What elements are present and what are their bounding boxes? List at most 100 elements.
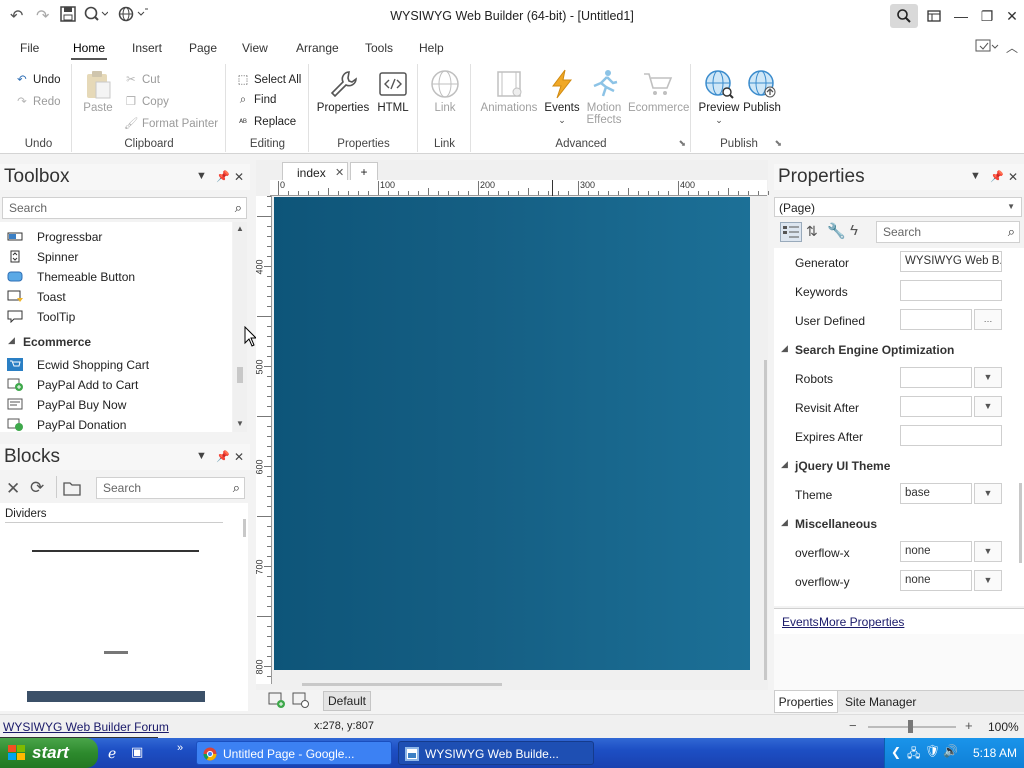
robots-dropdown-icon[interactable]: ▼: [974, 367, 1002, 388]
tab-home[interactable]: Home: [73, 41, 105, 55]
revisit-dropdown-icon[interactable]: ▼: [974, 396, 1002, 417]
overflow-y-dropdown-icon[interactable]: ▼: [974, 570, 1002, 591]
blocks-pin-icon[interactable]: 📌: [216, 450, 230, 463]
overflow-x-dropdown-icon[interactable]: ▼: [974, 541, 1002, 562]
search-icon[interactable]: [890, 4, 918, 28]
zoom-in-icon[interactable]: +: [965, 718, 973, 733]
tab-site-manager[interactable]: Site Manager: [845, 695, 916, 709]
tab-help[interactable]: Help: [419, 41, 444, 55]
tab-arrange[interactable]: Arrange: [296, 41, 339, 55]
scroll-up-icon[interactable]: ▲: [236, 224, 244, 233]
toolbox-item-spinner[interactable]: Spinner: [0, 247, 232, 267]
close-tab-icon[interactable]: ✕: [335, 166, 344, 179]
copy-button[interactable]: ❐ Copy: [123, 94, 169, 108]
divider-block-preview-bar[interactable]: [27, 691, 205, 702]
ribbon-options-icon[interactable]: [975, 38, 1005, 57]
sort-alphabetical-icon[interactable]: ⇅: [806, 223, 818, 240]
toolbox-item-progressbar[interactable]: Progressbar: [0, 227, 232, 247]
collapse-ribbon-icon[interactable]: ︿: [1006, 39, 1018, 56]
canvas-scroll-thumb[interactable]: [302, 683, 502, 686]
blocks-scroll-thumb[interactable]: [243, 519, 246, 537]
motion-effects-button[interactable]: Motion Effects: [582, 68, 626, 126]
tab-properties-panel[interactable]: Properties: [774, 691, 838, 713]
cut-button[interactable]: ✂ Cut: [123, 72, 160, 86]
taskbar-item-wysiwyg[interactable]: WYSIWYG Web Builde...: [398, 741, 594, 765]
toolbox-item-paypal-buy-now[interactable]: PayPal Buy Now: [0, 395, 232, 415]
toolbox-item-tooltip[interactable]: ToolTip: [0, 307, 232, 327]
toolbox-search-input[interactable]: Search ⌕: [2, 197, 247, 219]
tray-security-icon[interactable]: 🛡: [925, 744, 940, 758]
preview-button[interactable]: Preview ⌄: [696, 68, 742, 126]
blocks-close-icon[interactable]: ✕: [234, 450, 244, 464]
revisit-after-field[interactable]: [900, 396, 972, 417]
publish-button[interactable]: Publish: [740, 68, 784, 114]
canvas-vertical-scrollbar[interactable]: [764, 360, 767, 680]
close-button[interactable]: ✕: [998, 4, 1024, 28]
show-desktop-icon[interactable]: ▣: [131, 744, 143, 760]
ecommerce-button[interactable]: Ecommerce: [628, 68, 689, 114]
default-layer-button[interactable]: Default: [323, 691, 371, 711]
prop-section-miscellaneous[interactable]: ◢ Miscellaneous: [774, 509, 1014, 538]
tray-volume-icon[interactable]: 🔊: [943, 744, 958, 758]
robots-field[interactable]: [900, 367, 972, 388]
blocks-search-input[interactable]: Search ⌕: [96, 477, 245, 499]
replace-button[interactable]: ᴬᴮ Replace: [235, 116, 296, 128]
zoom-out-icon[interactable]: −: [849, 718, 857, 733]
keywords-field[interactable]: [900, 280, 1002, 301]
publish-dialog-launcher-icon[interactable]: ⬊: [774, 138, 782, 149]
add-tab-button[interactable]: +: [350, 162, 378, 182]
pin-icon[interactable]: 📌: [216, 170, 230, 183]
divider-block-preview-text[interactable]: [104, 651, 128, 654]
add-layer-icon[interactable]: [268, 692, 286, 708]
paste-button[interactable]: Paste: [79, 68, 117, 114]
categorized-view-button[interactable]: [780, 222, 802, 242]
maximize-button[interactable]: ❐: [973, 4, 1001, 28]
link-button[interactable]: Link: [425, 68, 465, 114]
properties-scroll-thumb[interactable]: [1019, 483, 1022, 563]
events-link[interactable]: Events: [782, 615, 819, 629]
minimize-button[interactable]: —: [947, 4, 975, 28]
divider-block-preview[interactable]: [32, 550, 199, 552]
clock[interactable]: 5:18 AM: [973, 746, 1017, 760]
props-close-icon[interactable]: ✕: [1008, 170, 1018, 184]
tray-arrow-icon[interactable]: ❮: [891, 745, 901, 759]
object-selector[interactable]: (Page) ▼: [774, 197, 1022, 217]
prop-section-jquery-ui-theme[interactable]: ◢ jQuery UI Theme: [774, 451, 1014, 480]
overflow-x-field[interactable]: none: [900, 541, 972, 562]
redo-button[interactable]: ↷ Redo: [14, 94, 60, 108]
properties-wrench-icon[interactable]: 🔧: [827, 222, 846, 240]
panel-close-icon[interactable]: ✕: [234, 170, 244, 184]
toolbox-item-ecwid-shopping-cart[interactable]: Ecwid Shopping Cart: [0, 355, 232, 375]
events-lightning-icon[interactable]: ϟ: [850, 222, 858, 239]
generator-field[interactable]: WYSIWYG Web B...: [900, 251, 1002, 272]
page-canvas[interactable]: [274, 197, 750, 670]
ie-quicklaunch-icon[interactable]: ℯ: [108, 745, 116, 762]
animations-button[interactable]: Animations: [478, 68, 540, 114]
theme-dropdown-icon[interactable]: ▼: [974, 483, 1002, 504]
undo-button[interactable]: ↶ Undo: [14, 72, 60, 86]
toolbox-item-themeable-button[interactable]: Themeable Button: [0, 267, 232, 287]
clear-icon[interactable]: ✕: [6, 479, 20, 499]
expires-after-field[interactable]: [900, 425, 1002, 446]
taskbar-item-chrome[interactable]: Untitled Page - Google...: [196, 741, 392, 765]
ellipsis-button[interactable]: …: [974, 309, 1002, 330]
toolbox-item-paypal-add-to-cart[interactable]: PayPal Add to Cart: [0, 375, 232, 395]
overflow-y-field[interactable]: none: [900, 570, 972, 591]
zoom-slider-thumb[interactable]: [908, 720, 913, 733]
props-pin-icon[interactable]: 📌: [990, 170, 1004, 183]
theme-field[interactable]: base: [900, 483, 972, 504]
blocks-panel-menu-icon[interactable]: ▼: [196, 450, 207, 462]
forum-link[interactable]: WYSIWYG Web Builder Forum: [3, 720, 169, 734]
properties-button[interactable]: Properties: [316, 68, 370, 114]
refresh-icon[interactable]: ⟳: [30, 478, 44, 498]
user-defined-field[interactable]: [900, 309, 972, 330]
tab-view[interactable]: View: [242, 41, 268, 55]
toolbox-scroll-thumb[interactable]: [237, 367, 243, 383]
quicklaunch-more-icon[interactable]: »: [177, 742, 183, 754]
events-button[interactable]: Events ⌄: [542, 68, 582, 126]
canvas-horizontal-scrollbar[interactable]: [274, 682, 764, 688]
select-all-button[interactable]: ⬚ Select All: [235, 72, 302, 86]
start-button[interactable]: start: [0, 738, 98, 768]
tab-page[interactable]: Page: [189, 41, 217, 55]
find-button[interactable]: ⌕ Find: [235, 94, 277, 107]
